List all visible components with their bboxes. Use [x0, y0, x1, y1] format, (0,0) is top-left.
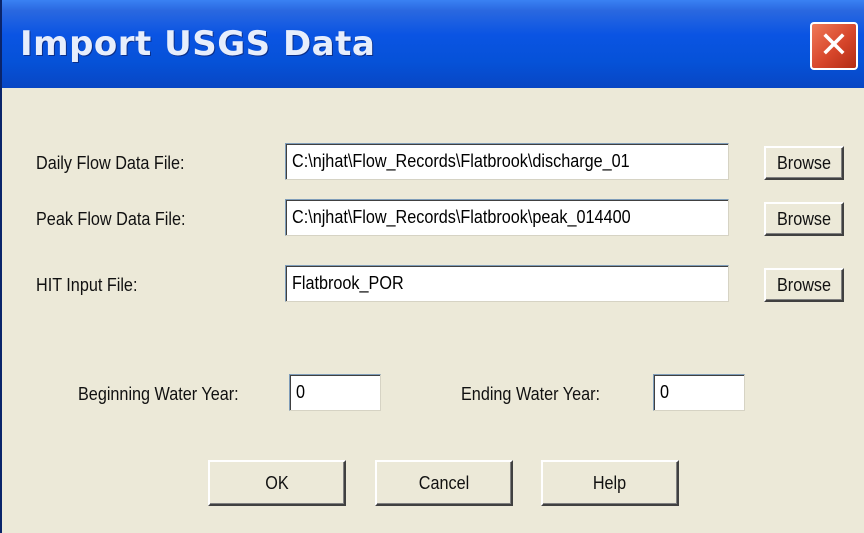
title-bar[interactable]: Import USGS Data ✕ [2, 0, 864, 88]
daily-flow-file-input[interactable]: C:\njhat\Flow_Records\Flatbrook\discharg… [285, 143, 729, 180]
peak-flow-browse-button[interactable]: Browse [764, 202, 844, 236]
hit-input-file-input[interactable]: Flatbrook_POR [285, 265, 729, 302]
hit-input-label: HIT Input File: [36, 275, 138, 295]
ok-button[interactable]: OK [208, 460, 346, 506]
close-button[interactable]: ✕ [810, 22, 858, 70]
peak-flow-file-input[interactable]: C:\njhat\Flow_Records\Flatbrook\peak_014… [285, 199, 729, 236]
ending-water-year-label: Ending Water Year: [461, 384, 600, 404]
beginning-water-year-label: Beginning Water Year: [78, 384, 239, 404]
import-usgs-dialog: Import USGS Data ✕ Daily Flow Data File:… [0, 0, 864, 533]
cancel-button[interactable]: Cancel [375, 460, 513, 506]
beginning-water-year-input[interactable]: 0 [289, 374, 381, 411]
ending-water-year-input[interactable]: 0 [653, 374, 745, 411]
hit-input-browse-button[interactable]: Browse [764, 268, 844, 302]
help-button[interactable]: Help [541, 460, 679, 506]
daily-flow-label: Daily Flow Data File: [36, 153, 185, 173]
peak-flow-label: Peak Flow Data File: [36, 209, 186, 229]
close-icon: ✕ [818, 25, 850, 66]
window-title: Import USGS Data [20, 24, 376, 64]
daily-flow-browse-button[interactable]: Browse [764, 146, 844, 180]
